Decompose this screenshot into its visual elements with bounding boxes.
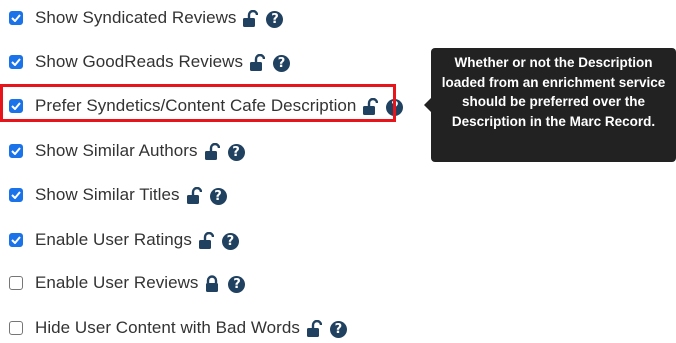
enrichment-settings-panel: Show Syndicated Reviews ? Show GoodReads…: [0, 0, 676, 340]
question-circle-icon[interactable]: ?: [228, 275, 246, 293]
setting-row-hide-bad-words: Hide User Content with Bad Words ?: [9, 316, 347, 340]
setting-row-show-goodreads-reviews: Show GoodReads Reviews ?: [9, 50, 291, 74]
setting-row-show-similar-authors: Show Similar Authors ?: [9, 139, 245, 163]
setting-label: Show Similar Titles: [35, 185, 180, 204]
setting-label: Hide User Content with Bad Words: [35, 318, 300, 337]
setting-row-show-similar-titles: Show Similar Titles ?: [9, 183, 227, 207]
help-tooltip: Whether or not the Description loaded fr…: [431, 48, 676, 162]
enable-user-reviews-checkbox[interactable]: [9, 276, 23, 290]
unlock-icon[interactable]: [249, 53, 266, 72]
show-similar-authors-checkbox[interactable]: [9, 144, 23, 158]
lock-icon[interactable]: [204, 275, 220, 293]
setting-label: Show Similar Authors: [35, 141, 198, 160]
unlock-icon[interactable]: [204, 142, 220, 161]
show-syndicated-reviews-checkbox[interactable]: [9, 11, 23, 25]
question-circle-icon[interactable]: ?: [273, 54, 291, 72]
setting-label: Enable User Reviews: [35, 273, 199, 292]
question-circle-icon[interactable]: ?: [209, 187, 227, 205]
setting-row-enable-user-ratings: Enable User Ratings ?: [9, 228, 239, 252]
unlock-icon[interactable]: [242, 9, 259, 28]
question-circle-icon[interactable]: ?: [221, 232, 239, 250]
show-goodreads-reviews-checkbox[interactable]: [9, 55, 23, 69]
unlock-icon[interactable]: [186, 186, 202, 205]
hide-user-content-bad-words-checkbox[interactable]: [9, 321, 23, 335]
setting-label: Enable User Ratings: [35, 230, 192, 249]
enable-user-ratings-checkbox[interactable]: [9, 233, 23, 247]
show-similar-titles-checkbox[interactable]: [9, 188, 23, 202]
setting-row-enable-user-reviews: Enable User Reviews ?: [9, 271, 246, 295]
highlight-box: [0, 84, 396, 122]
question-circle-icon[interactable]: ?: [266, 10, 284, 28]
tooltip-arrow: [424, 98, 431, 112]
setting-label: Show GoodReads Reviews: [35, 52, 244, 71]
setting-label: Show Syndicated Reviews: [35, 8, 237, 27]
unlock-icon[interactable]: [306, 319, 323, 338]
question-circle-icon[interactable]: ?: [227, 143, 245, 161]
setting-row-show-syndicated-reviews: Show Syndicated Reviews ?: [9, 6, 284, 30]
unlock-icon[interactable]: [198, 231, 215, 250]
question-circle-icon[interactable]: ?: [329, 320, 347, 338]
